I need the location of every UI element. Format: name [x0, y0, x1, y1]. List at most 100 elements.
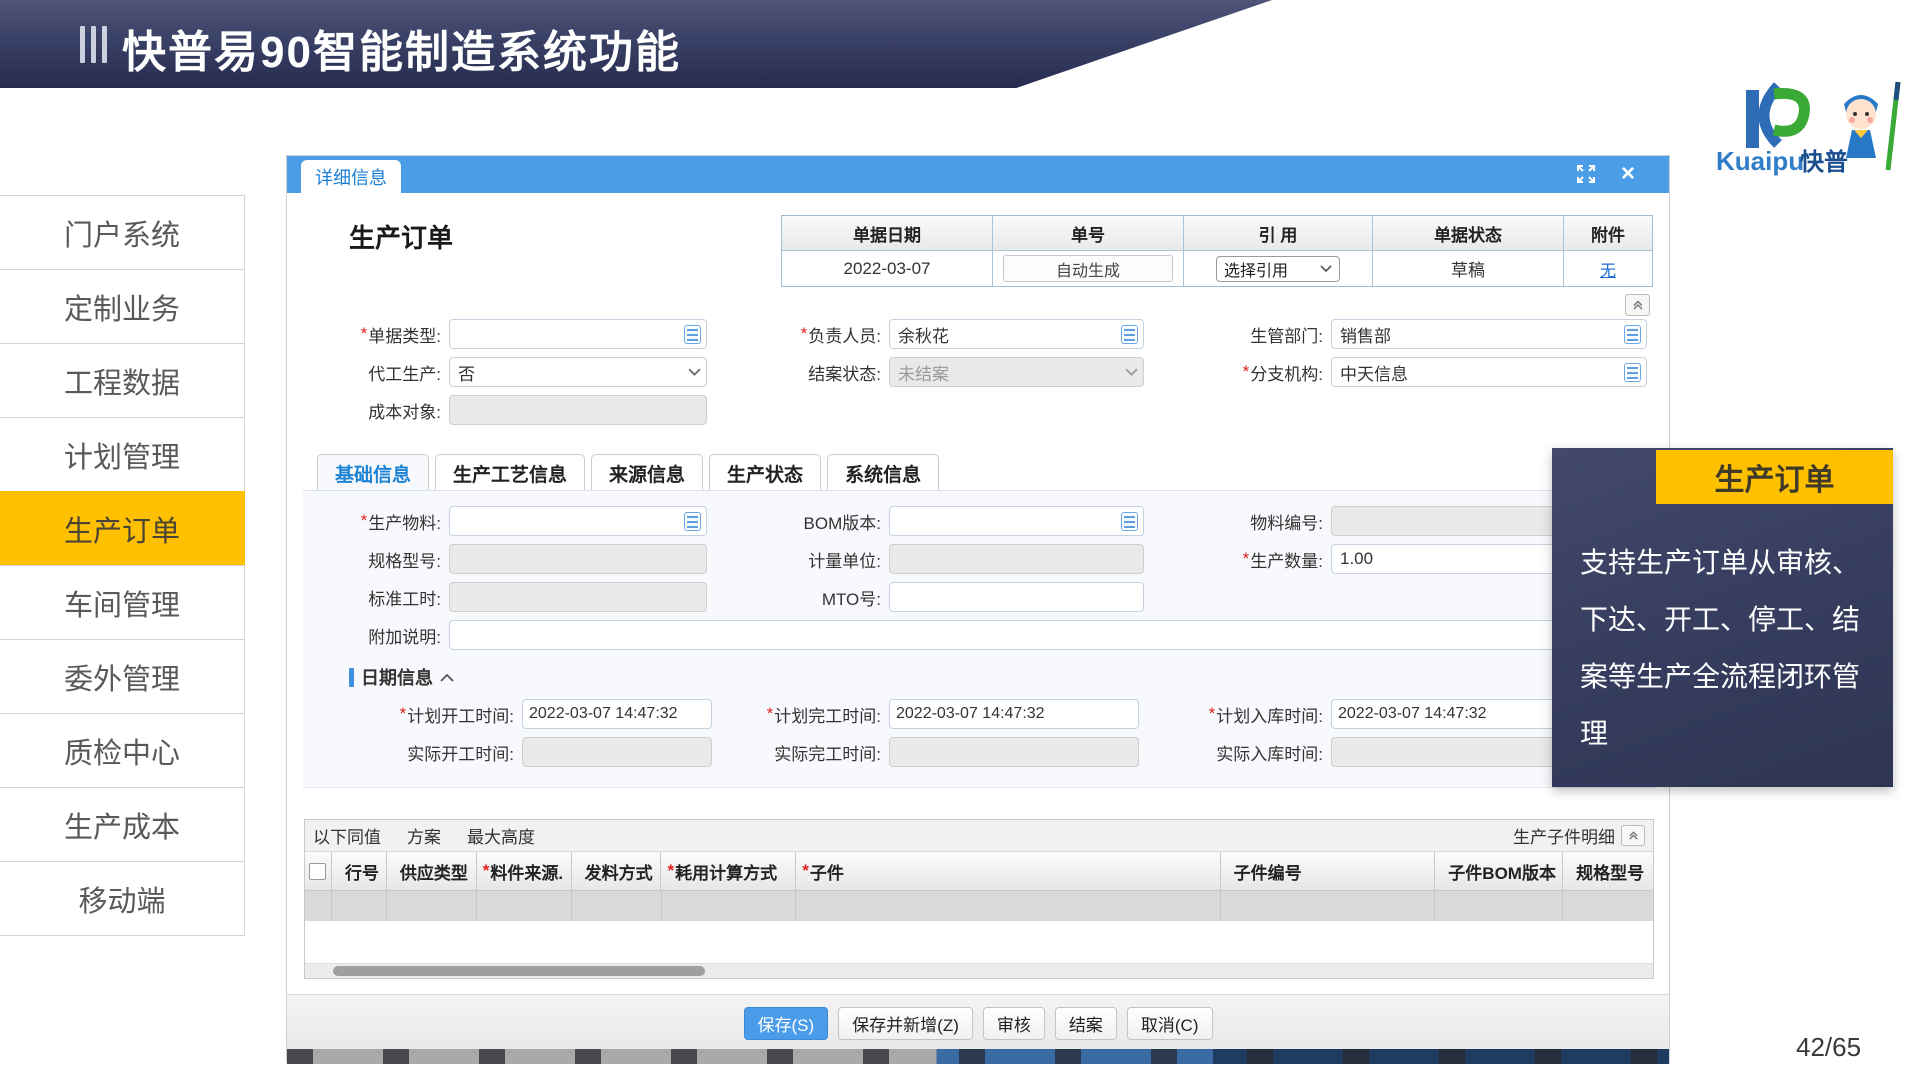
field-doc-type: *单据类型:	[349, 319, 707, 349]
sidebar-item-production-cost[interactable]: 生产成本	[0, 787, 245, 862]
sidebar-item-plan-management[interactable]: 计划管理	[0, 417, 245, 492]
tab-detail-info[interactable]: 详细信息	[301, 160, 401, 193]
doc-grid-header: 引 用	[1183, 216, 1372, 250]
slide-title: 快普易90智能制造系统功能	[122, 16, 681, 80]
close-status-select: 未结案	[889, 357, 1144, 387]
expand-icon[interactable]	[1575, 163, 1597, 185]
field-planned-start-time: *计划开工时间: 2022-03-07 14:47:32	[349, 699, 712, 729]
sidebar-item-engineering-data[interactable]: 工程数据	[0, 343, 245, 418]
additional-notes-input[interactable]	[449, 620, 1649, 650]
unit-input	[889, 544, 1144, 574]
field-responsible-person: *负责人员: 余秋花	[701, 319, 1144, 349]
oem-production-select[interactable]: 否	[449, 357, 707, 387]
field-branch-org: *分支机构: 中天信息	[1151, 357, 1647, 387]
col-supply-type: 供应类型	[387, 852, 477, 890]
list-picker-icon[interactable]	[684, 325, 701, 344]
close-icon[interactable]: ×	[1617, 163, 1639, 185]
chevron-down-icon	[1125, 368, 1138, 377]
sidebar-item-quality-center[interactable]: 质检中心	[0, 713, 245, 788]
collapse-subtable-button[interactable]	[1621, 825, 1645, 846]
tab-process-info[interactable]: 生产工艺信息	[435, 454, 585, 493]
tab-basic-info[interactable]: 基础信息	[317, 454, 429, 493]
window-titlebar: 详细信息 ×	[287, 156, 1669, 193]
select-all-checkbox[interactable]	[309, 863, 326, 880]
tab-production-status[interactable]: 生产状态	[709, 454, 821, 493]
list-picker-icon[interactable]	[1121, 325, 1138, 344]
list-picker-icon[interactable]	[1624, 325, 1641, 344]
doc-date-value: 2022-03-07	[782, 250, 992, 286]
collapse-header-button[interactable]	[1625, 294, 1650, 316]
doc-number-box: 自动生成	[1003, 255, 1173, 282]
col-issue-method: 发料方式	[572, 852, 662, 890]
planned-finish-time-input[interactable]: 2022-03-07 14:47:32	[889, 699, 1139, 729]
slide: 快普易90智能制造系统功能 Kuaipu 快普 42/65 门户系统 定制业务 …	[0, 0, 1920, 1080]
doc-header-grid: 单据日期 单号 引 用 单据状态 附件 2022-03-07 自动生成 选择引用…	[781, 215, 1653, 287]
attachment-link[interactable]: 无	[1600, 257, 1616, 281]
sidebar-item-custom-business[interactable]: 定制业务	[0, 269, 245, 344]
field-close-status: 结案状态: 未结案	[701, 357, 1144, 387]
field-additional-notes: 附加说明:	[349, 620, 1649, 650]
field-standard-hours: 标准工时:	[349, 582, 707, 612]
col-spec-model: 规格型号	[1563, 852, 1653, 890]
actual-finish-time-input	[889, 737, 1139, 767]
sidebar-item-mobile[interactable]: 移动端	[0, 861, 245, 936]
sidebar-item-outsourcing-management[interactable]: 委外管理	[0, 639, 245, 714]
planned-start-time-input[interactable]: 2022-03-07 14:47:32	[522, 699, 712, 729]
feature-card: 生产订单 支持生产订单从审核、下达、开工、停工、结案等生产全流程闭环管理	[1552, 448, 1893, 787]
field-oem-production: 代工生产: 否	[349, 357, 707, 387]
empty-table-row	[305, 891, 1653, 921]
kuaipu-logo: Kuaipu 快普	[1716, 78, 1920, 182]
sidebar: 门户系统 定制业务 工程数据 计划管理 生产订单 车间管理 委外管理 质检中心 …	[0, 196, 245, 936]
actual-start-time-input	[522, 737, 712, 767]
branch-org-input[interactable]: 中天信息	[1331, 357, 1647, 387]
reference-select[interactable]: 选择引用	[1216, 256, 1340, 282]
toolbar-plan[interactable]: 方案	[407, 823, 441, 848]
spec-model-input	[449, 544, 707, 574]
sidebar-item-portal[interactable]: 门户系统	[0, 195, 245, 270]
toolbar-same-value[interactable]: 以下同值	[313, 823, 381, 848]
chevron-double-up-icon	[1632, 299, 1644, 311]
chevron-down-icon	[688, 368, 701, 377]
sidebar-item-workshop-management[interactable]: 车间管理	[0, 565, 245, 640]
field-bom-version: BOM版本:	[701, 506, 1144, 536]
horizontal-scrollbar	[305, 963, 1653, 978]
field-actual-start-time: 实际开工时间:	[349, 737, 712, 767]
tab-source-info[interactable]: 来源信息	[591, 454, 703, 493]
field-unit: 计量单位:	[701, 544, 1144, 574]
production-dept-input[interactable]: 销售部	[1331, 319, 1647, 349]
toolbar-max-height[interactable]: 最大高度	[467, 823, 535, 848]
date-section-title: 日期信息	[361, 664, 433, 690]
date-section-header: 日期信息	[349, 664, 454, 690]
doc-grid-header: 附件	[1563, 216, 1652, 250]
production-material-input[interactable]	[449, 506, 707, 536]
field-cost-object: 成本对象:	[349, 395, 707, 425]
chevron-up-icon[interactable]	[440, 673, 454, 682]
save-and-new-button[interactable]: 保存并新增(Z)	[838, 1007, 973, 1040]
kuaipu-logo-graphic: Kuaipu 快普	[1716, 78, 1920, 182]
mto-number-input[interactable]	[889, 582, 1144, 612]
cost-object-input	[449, 395, 707, 425]
triple-bars-icon	[80, 26, 107, 63]
responsible-person-input[interactable]: 余秋花	[889, 319, 1144, 349]
close-case-button[interactable]: 结案	[1055, 1007, 1117, 1040]
cancel-button[interactable]: 取消(C)	[1127, 1007, 1213, 1040]
list-picker-icon[interactable]	[684, 512, 701, 531]
logo-text-en: Kuaipu	[1716, 146, 1804, 176]
sidebar-item-production-order[interactable]: 生产订单	[0, 491, 245, 566]
cropped-taskbar-strip	[287, 1049, 1669, 1064]
field-spec-model: 规格型号:	[349, 544, 707, 574]
approve-button[interactable]: 审核	[983, 1007, 1045, 1040]
child-items-table: 以下同值 方案 最大高度 生产子件明细 行号 供应类型 *料件来源. 发料方式 …	[304, 819, 1654, 979]
list-picker-icon[interactable]	[1121, 512, 1138, 531]
list-picker-icon[interactable]	[1624, 363, 1641, 382]
scrollbar-thumb[interactable]	[333, 966, 705, 976]
tab-system-info[interactable]: 系统信息	[827, 454, 939, 493]
doc-type-input[interactable]	[449, 319, 707, 349]
col-child-code: 子件编号	[1221, 852, 1436, 890]
logo-text-cn: 快普	[1800, 148, 1848, 176]
save-button[interactable]: 保存(S)	[744, 1007, 829, 1040]
col-child-item: *子件	[796, 852, 1220, 890]
field-mto-number: MTO号:	[701, 582, 1144, 612]
col-material-source: *料件来源.	[477, 852, 572, 890]
bom-version-input[interactable]	[889, 506, 1144, 536]
